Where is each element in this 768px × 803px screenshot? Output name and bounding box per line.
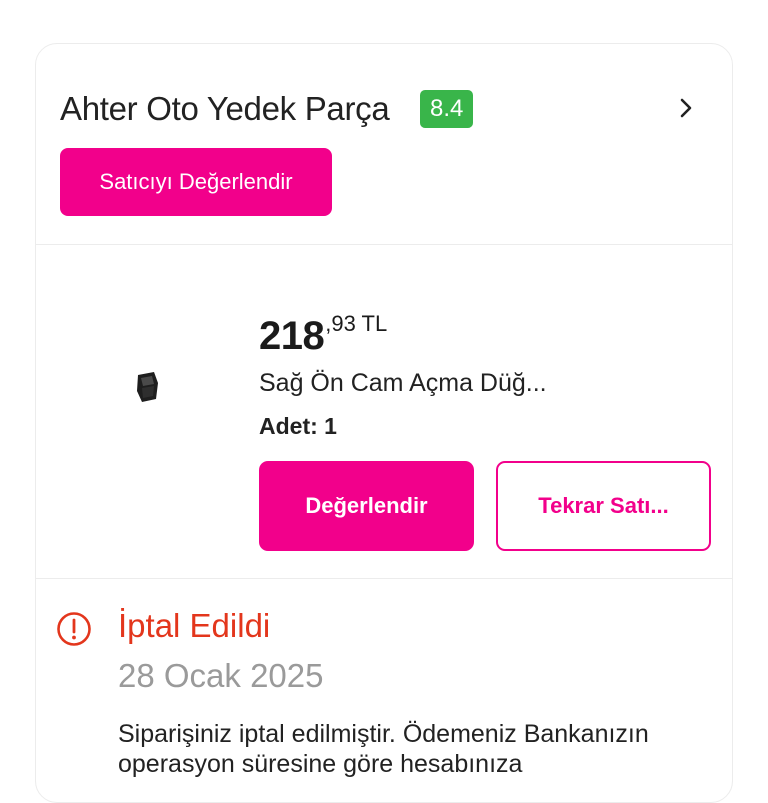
order-card: Ahter Oto Yedek Parça 8.4 Satıcıyı Değer… xyxy=(35,43,733,803)
status-message: Siparişiniz iptal edilmiştir. Ödemeniz B… xyxy=(118,720,649,778)
seller-name[interactable]: Ahter Oto Yedek Parça xyxy=(60,90,390,128)
order-status-section: İptal Edildi 28 Ocak 2025 Siparişiniz ip… xyxy=(36,579,732,802)
status-title: İptal Edildi xyxy=(118,607,271,644)
review-button[interactable]: Değerlendir xyxy=(259,461,474,551)
seller-section: Ahter Oto Yedek Parça 8.4 Satıcıyı Değer… xyxy=(36,44,732,245)
rebuy-button[interactable]: Tekrar Satı... xyxy=(496,461,711,551)
price-decimal: ,93 TL xyxy=(325,311,388,336)
product-section: 218,93 TL Sağ Ön Cam Açma Düğ... Adet: 1… xyxy=(36,245,732,579)
rate-seller-button[interactable]: Satıcıyı Değerlendir xyxy=(60,148,332,216)
alert-circle-icon xyxy=(57,612,91,646)
price-integer: 218 xyxy=(259,314,325,358)
seller-score-badge: 8.4 xyxy=(420,90,474,128)
product-price: 218,93 TL xyxy=(259,311,387,359)
status-date: 28 Ocak 2025 xyxy=(118,657,324,694)
product-image[interactable] xyxy=(132,369,162,405)
product-name[interactable]: Sağ Ön Cam Açma Düğ... xyxy=(259,369,547,398)
chevron-right-icon[interactable] xyxy=(674,96,698,120)
product-quantity: Adet: 1 xyxy=(259,413,337,439)
